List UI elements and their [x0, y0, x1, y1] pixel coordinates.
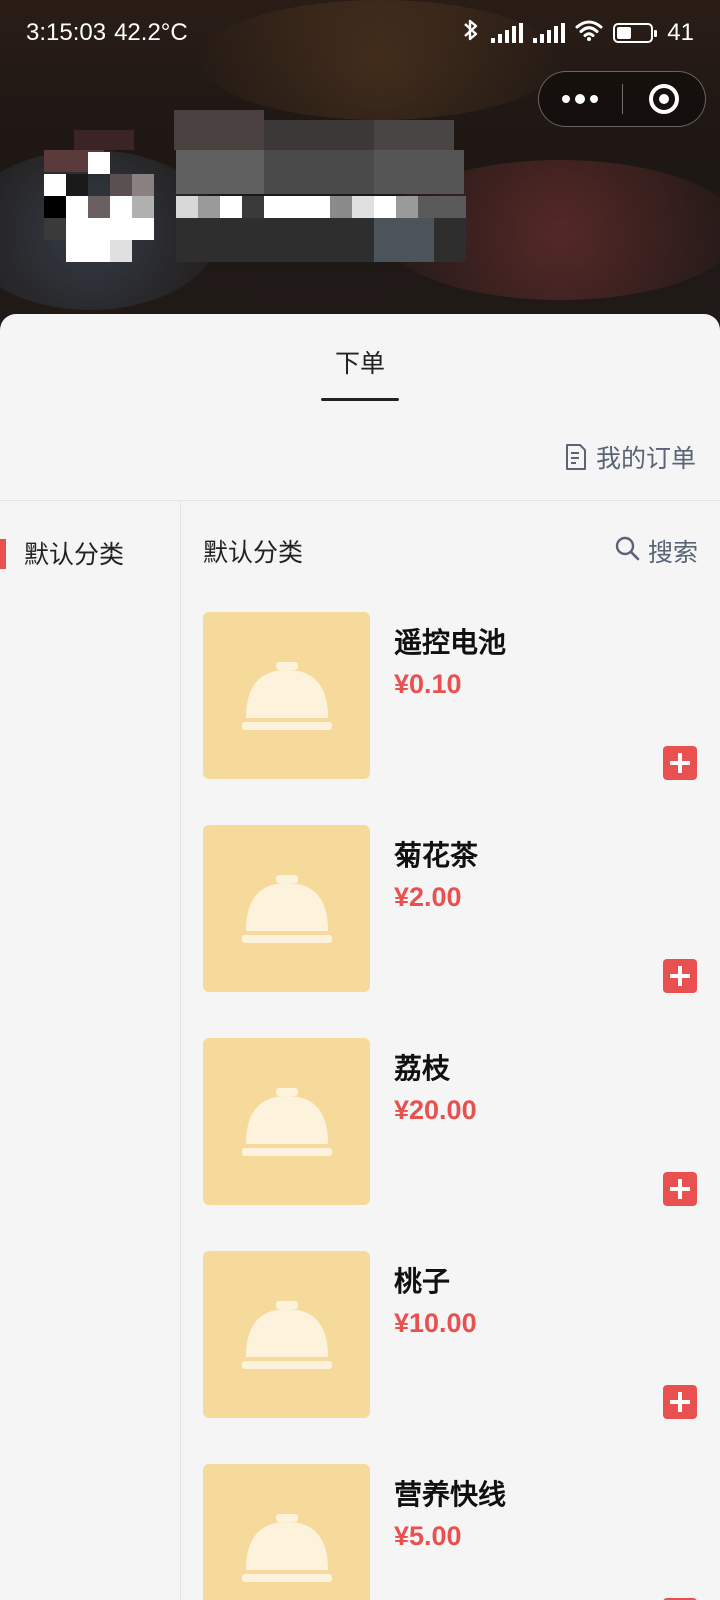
service-bell-icon	[241, 874, 332, 943]
tab-active-indicator	[320, 398, 399, 401]
target-close-icon[interactable]	[623, 72, 706, 126]
add-to-cart-button[interactable]	[663, 1172, 697, 1206]
search-icon	[614, 535, 640, 567]
status-icons: 41	[461, 18, 694, 49]
battery-icon	[613, 23, 658, 43]
product-item[interactable]: 菊花茶 ¥2.00	[181, 814, 720, 1027]
status-time: 3:15:03	[26, 19, 107, 46]
product-price: ¥0.10	[394, 669, 462, 699]
product-name: 遥控电池	[394, 626, 507, 659]
orders-row: 我的订单	[0, 414, 720, 500]
service-bell-icon	[241, 661, 332, 730]
order-panel: 下单 我的订单 默认分类 默认分类 搜索 遥控电池 ¥0.10 菊花茶 ¥2.0…	[0, 314, 720, 1600]
bluetooth-icon	[461, 18, 481, 49]
active-category-indicator	[0, 539, 6, 569]
status-temperature: 42.2°C	[114, 19, 188, 46]
more-dots-icon[interactable]	[539, 72, 622, 126]
product-name: 菊花茶	[394, 839, 479, 872]
service-bell-icon	[241, 1513, 332, 1582]
status-bar: 3:15:03 42.2°C 41	[0, 0, 720, 66]
menu-body: 默认分类 默认分类 搜索 遥控电池 ¥0.10 菊花茶 ¥2.00 荔枝 ¥20…	[0, 500, 720, 1600]
my-orders-label: 我的订单	[595, 444, 696, 473]
product-item[interactable]: 营养快线 ¥5.00	[181, 1453, 720, 1600]
mini-program-capsule	[538, 71, 706, 127]
add-to-cart-button[interactable]	[663, 1385, 697, 1419]
add-to-cart-button[interactable]	[663, 959, 697, 993]
product-name: 营养快线	[394, 1478, 507, 1511]
product-price: ¥20.00	[394, 1095, 477, 1125]
product-item[interactable]: 荔枝 ¥20.00	[181, 1027, 720, 1240]
tab-bar: 下单	[0, 314, 720, 414]
product-name: 桃子	[394, 1265, 451, 1298]
tab-order-label: 下单	[334, 349, 385, 378]
product-price: ¥2.00	[394, 882, 462, 912]
service-bell-icon	[241, 1087, 332, 1156]
signal-icon	[533, 23, 566, 43]
product-item[interactable]: 桃子 ¥10.00	[181, 1240, 720, 1453]
screen: 3:15:03 42.2°C 41 下单 我的订单 默认分类 默认分类 搜索 遥…	[0, 0, 720, 1600]
product-item[interactable]: 遥控电池 ¥0.10	[181, 601, 720, 814]
search-button[interactable]: 搜索	[614, 533, 698, 569]
signal-icon	[491, 23, 524, 43]
document-icon	[564, 443, 588, 471]
category-header: 默认分类 搜索	[181, 501, 720, 601]
battery-level: 41	[667, 19, 694, 46]
store-name-mosaic	[44, 110, 474, 270]
category-title: 默认分类	[203, 538, 304, 567]
product-list: 默认分类 搜索 遥控电池 ¥0.10 菊花茶 ¥2.00 荔枝 ¥20.00 桃…	[181, 501, 720, 1600]
product-price: ¥10.00	[394, 1308, 477, 1338]
product-image-placeholder	[203, 1251, 370, 1418]
my-orders-link[interactable]: 我的订单	[564, 439, 696, 475]
product-image-placeholder	[203, 825, 370, 992]
sidebar-item-default-category[interactable]: 默认分类	[0, 501, 180, 605]
product-image-placeholder	[203, 1038, 370, 1205]
product-image-placeholder	[203, 1464, 370, 1600]
category-sidebar: 默认分类	[0, 501, 181, 1600]
wifi-icon	[575, 19, 603, 48]
search-label: 搜索	[647, 538, 698, 567]
product-name: 荔枝	[394, 1052, 451, 1085]
add-to-cart-button[interactable]	[663, 746, 697, 780]
product-image-placeholder	[203, 612, 370, 779]
tab-order[interactable]: 下单	[320, 314, 399, 414]
product-price: ¥5.00	[394, 1521, 462, 1551]
service-bell-icon	[241, 1300, 332, 1369]
sidebar-item-label: 默认分类	[24, 540, 125, 569]
